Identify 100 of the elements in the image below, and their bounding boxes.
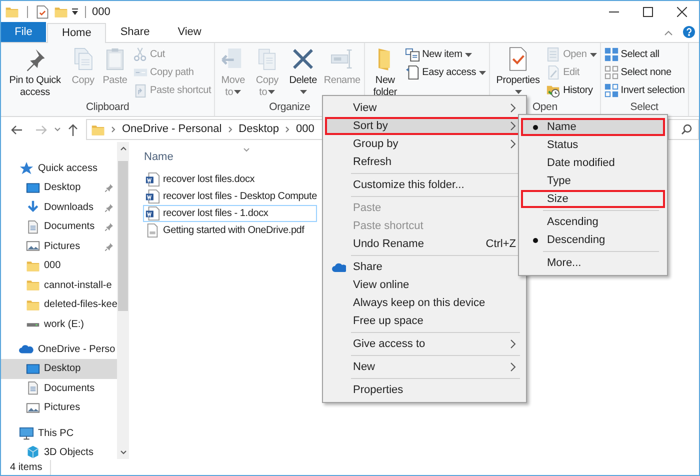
document-icon xyxy=(26,220,40,234)
easy-access-icon xyxy=(405,65,420,80)
picture-icon xyxy=(26,239,40,254)
monitor-icon xyxy=(26,362,40,376)
document-icon xyxy=(26,381,40,396)
menu-item[interactable]: Size xyxy=(521,190,665,208)
ribbon-tab[interactable]: View xyxy=(164,22,216,42)
up-icon[interactable] xyxy=(68,124,78,136)
chevron-icon xyxy=(285,126,290,133)
nav-item[interactable]: Documents xyxy=(1,217,117,236)
column-header[interactable]: Name xyxy=(144,148,174,166)
ribbon-button[interactable]: Select none xyxy=(604,64,685,81)
file-item[interactable]: recover lost files - Desktop Compute xyxy=(143,188,318,205)
scroll-thumb[interactable] xyxy=(118,160,128,310)
ribbon-button[interactable]: Select all xyxy=(604,46,685,63)
folder-icon xyxy=(54,5,68,19)
download-icon xyxy=(26,200,40,214)
ribbon-button[interactable]: Invert selection xyxy=(604,82,685,99)
ribbon-tab[interactable]: File xyxy=(1,22,46,42)
word-document-icon xyxy=(145,189,160,204)
ribbon-button[interactable]: Delete xyxy=(286,46,320,101)
scroll-up-icon xyxy=(120,146,126,151)
file-item[interactable]: recover lost files - 1.docx xyxy=(143,205,317,222)
nav-item[interactable]: Pictures xyxy=(1,236,117,256)
pin-icon xyxy=(105,242,113,250)
sort-caret-icon xyxy=(243,148,250,152)
folder-icon xyxy=(26,278,40,292)
cloud-icon xyxy=(332,263,346,272)
maximize-icon[interactable] xyxy=(643,7,653,17)
collapse-icon[interactable] xyxy=(664,30,673,36)
nav-item[interactable]: This PC xyxy=(1,424,117,442)
group-label: Open xyxy=(532,101,558,114)
nav-item[interactable]: work (E:) xyxy=(1,314,117,334)
nav-item[interactable]: 000 xyxy=(1,256,117,276)
nav-item[interactable]: Desktop xyxy=(1,178,117,198)
computer-icon xyxy=(19,426,34,440)
word-document-icon xyxy=(145,172,160,187)
pin-icon xyxy=(105,184,113,192)
folder-icon xyxy=(91,122,105,136)
close-icon[interactable] xyxy=(677,7,687,17)
nav-item[interactable]: Downloads xyxy=(1,198,117,217)
group-label: Clipboard xyxy=(86,101,130,114)
nav-item[interactable]: Desktop xyxy=(1,359,117,378)
menu-item[interactable]: Give access to xyxy=(325,335,524,353)
menu-item[interactable]: Date modified xyxy=(521,154,665,172)
ribbon-button[interactable]: History xyxy=(546,82,597,99)
new-item-icon xyxy=(405,47,420,62)
history-icon xyxy=(546,83,562,98)
menu-item[interactable]: Type xyxy=(521,172,665,190)
pin-icon xyxy=(105,223,113,231)
menu-item[interactable]: More... xyxy=(521,254,665,272)
cube-icon xyxy=(26,445,40,460)
ribbon-tab[interactable]: Share xyxy=(106,22,164,42)
menu-item[interactable]: Properties xyxy=(325,381,524,399)
nav-item[interactable]: 3D Objects xyxy=(1,442,117,462)
menu-item[interactable]: Free up space xyxy=(325,312,524,330)
select-all-icon xyxy=(604,47,619,62)
nav-item[interactable]: cannot-install-e xyxy=(1,276,117,295)
breadcrumb[interactable]: Desktop xyxy=(238,121,280,138)
menu-item[interactable]: Ascending xyxy=(521,213,665,231)
menu-item[interactable]: Name xyxy=(521,118,665,136)
scroll-down-icon xyxy=(120,450,126,455)
file-item[interactable]: recover lost files.docx xyxy=(143,171,317,188)
ribbon-tab[interactable]: Home xyxy=(47,23,106,43)
breadcrumb[interactable]: OneDrive - Personal xyxy=(122,121,222,138)
chevron-icon xyxy=(510,362,516,372)
breadcrumb[interactable]: 000 xyxy=(296,121,314,138)
menu-item[interactable]: New xyxy=(325,358,524,376)
paste-shortcut-icon xyxy=(133,83,148,98)
menu-item[interactable]: Group by xyxy=(325,135,524,153)
nav-item[interactable]: deleted-files-kee xyxy=(1,295,117,314)
word-document-icon xyxy=(145,206,160,221)
ribbon-button[interactable]: Pin to Quick access xyxy=(4,46,66,101)
menu-item[interactable]: Status xyxy=(521,136,665,154)
nav-item[interactable]: Documents xyxy=(1,378,117,398)
chevron-icon xyxy=(228,126,233,133)
menu-item[interactable]: Descending xyxy=(521,231,665,249)
menu-item[interactable]: Share xyxy=(325,258,524,276)
group-label: Organize xyxy=(269,101,310,114)
ribbon-button[interactable]: Properties xyxy=(493,46,544,101)
nav-item[interactable]: OneDrive - Perso xyxy=(1,340,117,359)
menu-item[interactable]: Always keep on this device xyxy=(325,294,524,312)
ribbon-button[interactable]: Easy access xyxy=(405,64,486,81)
nav-item[interactable]: Pictures xyxy=(1,398,117,418)
scrollbar[interactable] xyxy=(117,142,129,459)
dropdown-icon[interactable] xyxy=(71,8,79,16)
scissors-icon xyxy=(133,47,148,62)
nav-item[interactable]: Quick access xyxy=(1,159,117,178)
back-icon[interactable] xyxy=(11,124,23,134)
search-field[interactable] xyxy=(668,119,699,140)
menu-item[interactable]: View xyxy=(325,99,524,117)
file-item[interactable]: Getting started with OneDrive.pdf xyxy=(143,222,317,239)
pdf-document-icon xyxy=(145,223,160,238)
invert-selection-icon xyxy=(604,83,619,98)
help-icon[interactable] xyxy=(683,26,695,38)
menu-item[interactable]: View online xyxy=(325,276,524,294)
group-label: Select xyxy=(630,101,658,114)
ribbon-button[interactable]: New item xyxy=(405,46,486,63)
folder-icon xyxy=(5,5,19,19)
status-text: 4 items xyxy=(10,460,52,474)
